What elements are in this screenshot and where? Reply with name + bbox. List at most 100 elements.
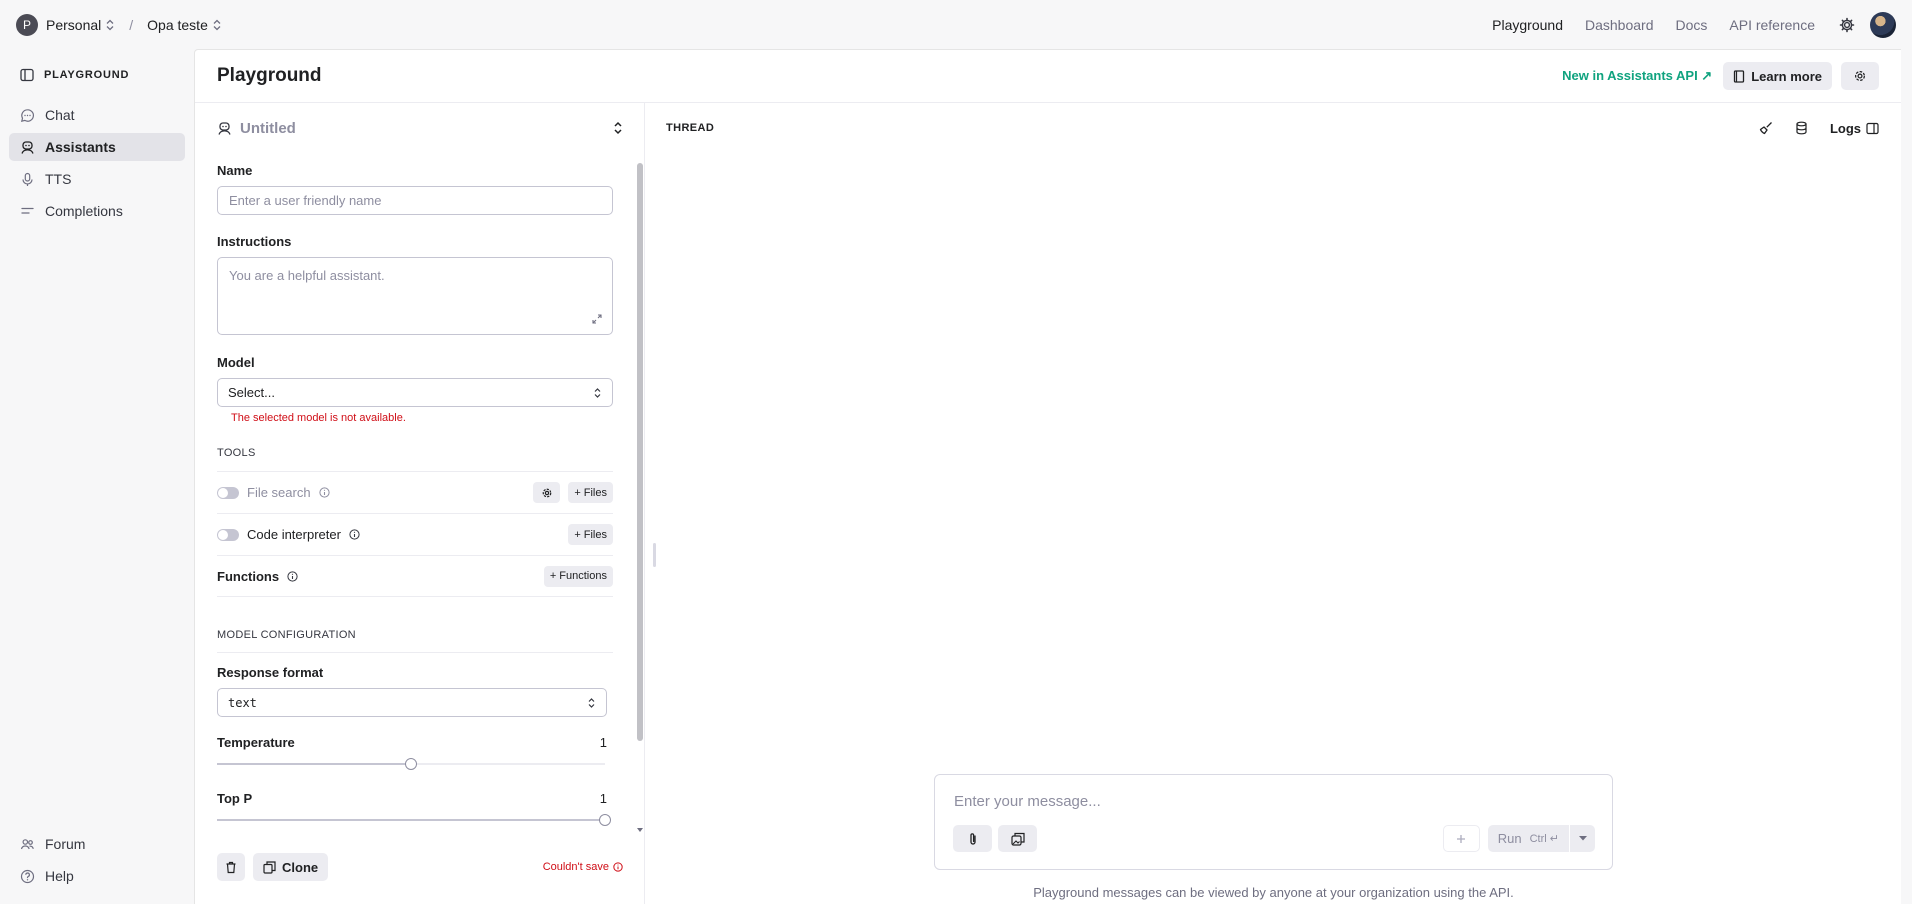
code-interpreter-files-button[interactable]: + Files <box>568 524 613 545</box>
sidebar-item-forum[interactable]: Forum <box>9 830 185 858</box>
sidebar: PLAYGROUND Chat Assistants TTS Completio… <box>0 49 194 904</box>
assistant-icon <box>20 140 35 155</box>
name-label: Name <box>217 163 253 178</box>
side-panel-icon <box>1866 122 1879 135</box>
images-icon <box>1010 832 1025 846</box>
new-in-assistants-link[interactable]: New in Assistants API ↗ <box>1562 68 1712 84</box>
code-interpreter-label: Code interpreter <box>247 527 341 542</box>
slider-thumb[interactable] <box>599 814 611 826</box>
user-avatar[interactable] <box>1870 11 1896 38</box>
chevron-updown-icon[interactable] <box>612 121 624 135</box>
sidebar-item-label: Completions <box>45 203 123 219</box>
nav-api-reference[interactable]: API reference <box>1718 17 1826 33</box>
scroll-down-arrow-icon[interactable] <box>637 828 643 833</box>
plus-icon <box>1456 834 1466 844</box>
tool-code-interpreter: Code interpreter + Files <box>217 513 613 555</box>
sidebar-toggle-icon[interactable] <box>20 68 34 82</box>
slider-thumb[interactable] <box>405 758 417 770</box>
caret-down-icon <box>1578 836 1587 841</box>
nav-docs[interactable]: Docs <box>1664 17 1718 33</box>
add-message-button[interactable] <box>1442 825 1480 852</box>
learn-more-label: Learn more <box>1751 68 1822 84</box>
files-label: Files <box>583 528 607 541</box>
assistant-name: Untitled <box>240 119 296 137</box>
warning-info-icon <box>613 862 623 872</box>
gear-icon <box>1853 69 1867 83</box>
composer-tools <box>953 825 1037 852</box>
clear-thread-broom-icon[interactable] <box>1759 121 1773 135</box>
functions-label: Functions <box>217 568 280 584</box>
sidebar-item-label: TTS <box>45 171 72 187</box>
chevron-updown-icon <box>593 387 602 399</box>
temperature-slider[interactable] <box>217 757 605 771</box>
sidebar-item-completions[interactable]: Completions <box>9 197 185 225</box>
top-p-row: Top P 1 <box>217 791 607 806</box>
model-select[interactable]: Select... <box>217 378 613 407</box>
thread-header: THREAD Logs <box>646 103 1901 153</box>
top-bar: P Personal / Opa teste Playground Dashbo… <box>0 0 1912 49</box>
code-interpreter-toggle[interactable] <box>217 528 239 541</box>
add-functions-button[interactable]: + Functions <box>543 565 613 587</box>
message-input[interactable]: Enter your message... <box>954 793 1101 810</box>
org-switcher[interactable]: Personal <box>46 17 115 33</box>
playground-settings-button[interactable] <box>1841 62 1879 90</box>
thread-panel: THREAD Logs Enter your message... Run Ct… <box>646 103 1901 904</box>
slider-fill <box>217 763 411 765</box>
settings-gear-icon[interactable] <box>1834 12 1860 38</box>
files-label: Files <box>583 486 607 499</box>
response-format-select[interactable]: text <box>217 688 607 717</box>
thread-title: THREAD <box>666 122 715 134</box>
sidebar-item-help[interactable]: Help <box>9 862 185 890</box>
copy-icon <box>263 860 276 874</box>
save-status-text: Couldn't save <box>542 861 609 873</box>
paperclip-icon <box>967 832 979 846</box>
run-options-button[interactable] <box>1569 825 1595 852</box>
database-icon[interactable] <box>1795 121 1808 135</box>
org-name: Personal <box>46 16 102 33</box>
info-icon[interactable] <box>287 570 298 582</box>
temperature-label: Temperature <box>217 735 295 750</box>
sidebar-item-assistants[interactable]: Assistants <box>9 133 185 161</box>
lines-icon <box>20 204 35 219</box>
help-icon <box>20 869 35 884</box>
clone-label: Clone <box>282 859 319 875</box>
logs-button[interactable]: Logs <box>1830 121 1879 136</box>
people-icon <box>20 837 35 852</box>
slider-fill <box>217 819 605 821</box>
tools-section-title: TOOLS <box>217 447 256 459</box>
nav-dashboard[interactable]: Dashboard <box>1574 17 1665 33</box>
file-search-settings-button[interactable] <box>533 482 561 503</box>
name-input[interactable]: Enter a user friendly name <box>217 186 613 215</box>
attach-file-button[interactable] <box>953 825 992 852</box>
file-search-files-button[interactable]: + Files <box>568 482 613 503</box>
sidebar-item-label: Chat <box>45 107 75 123</box>
file-search-toggle[interactable] <box>217 486 239 499</box>
project-switcher[interactable]: Opa teste <box>147 17 222 33</box>
org-avatar: P <box>16 13 38 36</box>
temperature-value: 1 <box>599 735 607 750</box>
response-format-value: text <box>228 695 257 710</box>
clone-assistant-button[interactable]: Clone <box>253 853 329 881</box>
assistant-selector[interactable]: Untitled <box>195 103 644 153</box>
learn-more-button[interactable]: Learn more <box>1723 62 1832 90</box>
book-icon <box>1733 69 1745 83</box>
info-icon[interactable] <box>318 487 330 498</box>
attach-image-button[interactable] <box>998 825 1037 852</box>
trash-icon <box>225 861 237 874</box>
temperature-row: Temperature 1 <box>217 735 607 750</box>
top-p-value: 1 <box>599 791 607 806</box>
scrollbar-thumb[interactable] <box>637 163 643 741</box>
panel-resize-handle[interactable] <box>653 543 656 567</box>
delete-assistant-button[interactable] <box>217 853 245 881</box>
run-button[interactable]: Run Ctrl ↵ <box>1487 825 1569 852</box>
info-icon[interactable] <box>349 529 360 540</box>
nav-playground[interactable]: Playground <box>1481 17 1574 33</box>
sidebar-item-tts[interactable]: TTS <box>9 165 185 193</box>
breadcrumb-separator: / <box>129 16 134 33</box>
instructions-textarea[interactable]: You are a helpful assistant. <box>217 257 613 335</box>
form-scrollbar[interactable] <box>637 157 643 833</box>
top-p-slider[interactable] <box>217 813 611 827</box>
response-format-label: Response format <box>217 665 324 680</box>
expand-icon[interactable] <box>592 314 602 324</box>
sidebar-item-chat[interactable]: Chat <box>9 101 185 129</box>
